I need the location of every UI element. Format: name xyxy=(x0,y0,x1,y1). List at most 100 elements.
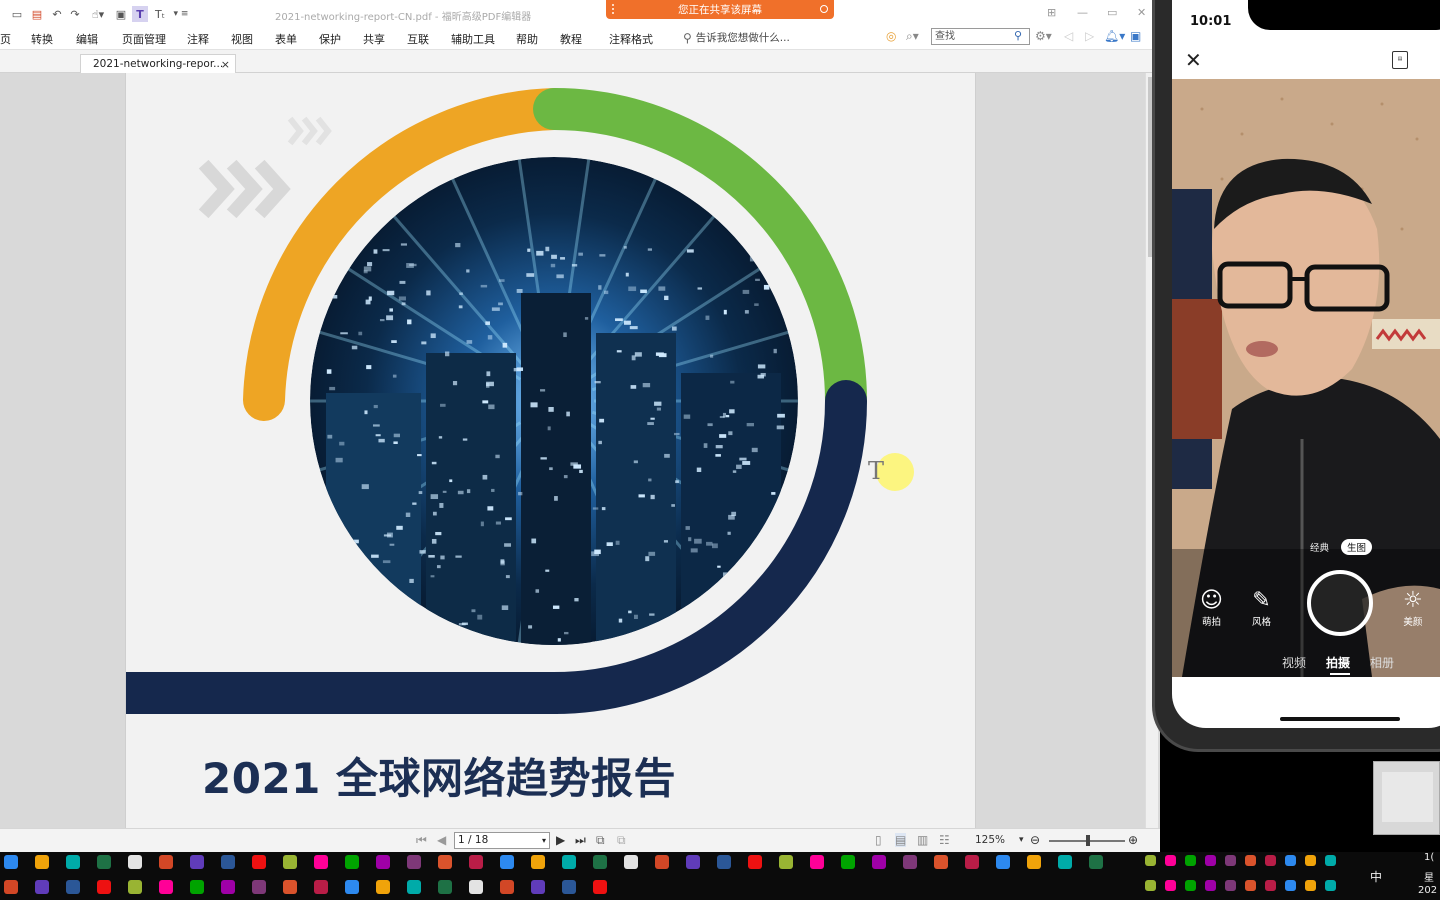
redo-icon[interactable]: ↷ xyxy=(68,6,82,22)
skin-icon[interactable]: ◎ xyxy=(886,29,896,43)
taskbar-app-icon[interactable] xyxy=(376,855,390,869)
taskbar-app-icon[interactable] xyxy=(190,880,204,894)
typewriter-icon[interactable]: T xyxy=(132,6,148,22)
menu-share[interactable]: 共享 xyxy=(363,31,385,47)
page-dropdown-icon[interactable]: ▾ xyxy=(542,833,546,848)
close-camera-icon[interactable]: ✕ xyxy=(1185,48,1202,72)
taskbar-app-icon[interactable] xyxy=(66,880,80,894)
open-icon[interactable]: ▭ xyxy=(10,6,24,22)
taskbar-app-icon[interactable] xyxy=(376,880,390,894)
tool-beauty[interactable]: ☼ 美颜 xyxy=(1403,588,1423,628)
search-icon[interactable]: ⚲ xyxy=(1014,29,1022,42)
live-photo-icon[interactable]: ▤ xyxy=(1392,51,1408,69)
taskbar-app-icon[interactable] xyxy=(531,880,545,894)
taskbar-app-icon[interactable] xyxy=(531,855,545,869)
single-page-icon[interactable]: ▯ xyxy=(875,833,882,847)
text-format-icon[interactable]: Tₜ xyxy=(152,6,168,22)
taskbar-app-icon[interactable] xyxy=(1027,855,1041,869)
taskbar-app-icon[interactable] xyxy=(748,855,762,869)
taskbar-app-icon[interactable] xyxy=(500,880,514,894)
ribbon-toggle-icon[interactable]: ⊞ xyxy=(1047,6,1056,19)
menu-organize[interactable]: 页面管理 xyxy=(122,31,166,47)
taskbar-app-icon[interactable] xyxy=(1058,855,1072,869)
taskbar-app-icon[interactable] xyxy=(4,855,18,869)
menu-form[interactable]: 表单 xyxy=(275,31,297,47)
taskbar-app-icon[interactable] xyxy=(500,855,514,869)
menu-tutorial[interactable]: 教程 xyxy=(560,31,582,47)
taskbar-app-icon[interactable] xyxy=(438,855,452,869)
taskbar-app-icon[interactable] xyxy=(872,855,886,869)
account-icon[interactable]: ▣ xyxy=(1130,29,1141,43)
taskbar-app-icon[interactable] xyxy=(35,880,49,894)
tray-icon[interactable] xyxy=(1185,880,1196,891)
tray-icon[interactable] xyxy=(1185,855,1196,866)
taskbar-app-icon[interactable] xyxy=(624,855,638,869)
taskbar-app-icon[interactable] xyxy=(128,855,142,869)
first-page-button[interactable]: ⏮ xyxy=(416,833,427,848)
taskbar-app-icon[interactable] xyxy=(593,855,607,869)
tray-icon[interactable] xyxy=(1145,880,1156,891)
home-indicator[interactable] xyxy=(1280,717,1400,721)
taskbar-app-icon[interactable] xyxy=(562,855,576,869)
tab-album[interactable]: 相册 xyxy=(1370,654,1394,671)
customize-qat-icon[interactable]: ▾ ≡ xyxy=(172,6,190,22)
menu-comment-format[interactable]: 注释格式 xyxy=(609,31,653,47)
undo-icon[interactable]: ↶ xyxy=(50,6,64,22)
next-page-button[interactable]: ▶ xyxy=(556,833,565,847)
taskbar-app-icon[interactable] xyxy=(66,855,80,869)
restore-button[interactable]: ▭ xyxy=(1107,6,1117,19)
taskbar-app-icon[interactable] xyxy=(190,855,204,869)
tray-icon[interactable] xyxy=(1165,855,1176,866)
stop-share-icon[interactable] xyxy=(820,5,828,13)
menu-view[interactable]: 视图 xyxy=(231,31,253,47)
hand-tool-icon[interactable]: ☝▾ xyxy=(88,6,108,22)
taskbar-app-icon[interactable] xyxy=(841,855,855,869)
taskbar-app-icon[interactable] xyxy=(686,855,700,869)
zoom-in-icon[interactable]: ⊕ xyxy=(1128,833,1138,847)
tray-icon[interactable] xyxy=(1145,855,1156,866)
continuous-page-icon[interactable]: ▤ xyxy=(895,833,907,847)
facing-page-icon[interactable]: ▥ xyxy=(917,833,928,847)
tray-icon[interactable] xyxy=(1325,855,1336,866)
tray-icon[interactable] xyxy=(1225,880,1236,891)
taskbar-app-icon[interactable] xyxy=(4,880,18,894)
tell-me-box[interactable]: ⚲ 告诉我您想做什么... xyxy=(683,30,790,45)
document-tab[interactable]: 2021-networking-repor... × xyxy=(80,54,236,74)
select-text-icon[interactable]: ▣ xyxy=(114,6,128,22)
menu-edit[interactable]: 编辑 xyxy=(76,31,98,47)
tray-icon[interactable] xyxy=(1245,855,1256,866)
tray-icon[interactable] xyxy=(1265,880,1276,891)
tray-icon[interactable] xyxy=(1205,855,1216,866)
tray-clock-line2[interactable]: 星 xyxy=(1424,869,1434,884)
mode-classic[interactable]: 经典 xyxy=(1306,539,1333,555)
app-icon[interactable]: ▏ xyxy=(0,6,7,22)
last-page-button[interactable]: ⏭ xyxy=(575,833,586,848)
taskbar-app-icon[interactable] xyxy=(996,855,1010,869)
taskbar-app-icon[interactable] xyxy=(345,855,359,869)
menu-protect[interactable]: 保护 xyxy=(319,31,341,47)
zoom-level[interactable]: 125% xyxy=(975,834,1005,846)
taskbar-app-icon[interactable] xyxy=(159,880,173,894)
taskbar-app-icon[interactable] xyxy=(345,880,359,894)
find-options-icon[interactable]: ⌕▾ xyxy=(906,29,919,44)
close-window-button[interactable]: ✕ xyxy=(1137,6,1146,19)
taskbar-app-icon[interactable] xyxy=(252,855,266,869)
taskbar-app-icon[interactable] xyxy=(810,855,824,869)
taskbar-app-icon[interactable] xyxy=(314,880,328,894)
continuous-facing-icon[interactable]: ☷ xyxy=(939,833,950,847)
tray-icon[interactable] xyxy=(1305,855,1316,866)
taskbar-app-icon[interactable] xyxy=(469,880,483,894)
tray-icon[interactable] xyxy=(1205,880,1216,891)
taskbar-app-icon[interactable] xyxy=(717,855,731,869)
taskbar-app-icon[interactable] xyxy=(221,855,235,869)
taskbar-app-icon[interactable] xyxy=(97,855,111,869)
tray-clock-line1[interactable]: 1( xyxy=(1424,852,1434,863)
next-view-icon[interactable]: ▷ xyxy=(1085,29,1094,43)
notification-bell-icon[interactable]: 🔔︎▾ xyxy=(1104,29,1125,43)
taskbar-app-icon[interactable] xyxy=(438,880,452,894)
menu-home[interactable]: 页 xyxy=(0,31,11,47)
taskbar-app-icon[interactable] xyxy=(934,855,948,869)
page-number-input[interactable]: 1 / 18 ▾ xyxy=(454,832,550,849)
taskbar-app-icon[interactable] xyxy=(965,855,979,869)
minimize-button[interactable]: — xyxy=(1077,6,1088,19)
